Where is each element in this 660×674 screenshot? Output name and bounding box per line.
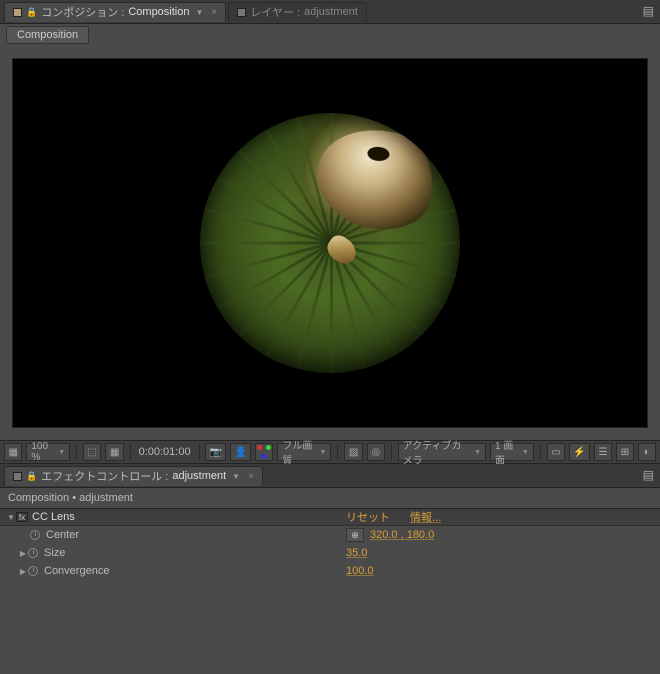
- chevron-down-icon[interactable]: ▼: [195, 8, 203, 17]
- effect-about-link[interactable]: 情報...: [410, 509, 441, 525]
- prop-convergence-value[interactable]: 100.0: [346, 565, 374, 577]
- comp-color-swatch: [13, 8, 22, 17]
- always-preview-button[interactable]: ▦: [4, 443, 22, 461]
- effect-controls-tabs: 🔒 エフェクトコントロール : adjustment ▼ × ▤: [0, 464, 660, 488]
- stopwatch-icon[interactable]: [30, 530, 40, 540]
- tab-layer-prefix: レイヤー :: [250, 4, 300, 20]
- grid-button[interactable]: ▦: [105, 443, 123, 461]
- crumb-layer: adjustment: [79, 492, 133, 504]
- crumb-comp: Composition: [8, 492, 69, 504]
- quality-dropdown[interactable]: フル画質▼: [277, 443, 331, 461]
- roi-button[interactable]: ⬚: [83, 443, 101, 461]
- snapshot-button[interactable]: 📷: [205, 443, 226, 461]
- effect-cc-lens-header[interactable]: ▼ fx CC Lens リセット 情報...: [0, 508, 660, 526]
- tab-composition[interactable]: 🔒 コンポジション : Composition ▼ ×: [4, 2, 226, 22]
- composition-viewer: [0, 46, 660, 440]
- comp-flowchart-button[interactable]: ⊞: [616, 443, 634, 461]
- prop-convergence-row: ▶ Convergence 100.0: [0, 562, 660, 580]
- viewer-toolbar: ▦ 100 %▼ ⬚ ▦ 0:00:01:00 📷 👤 フル画質▼ ▨ ◎ アク…: [0, 440, 660, 464]
- effect-reset-link[interactable]: リセット: [346, 509, 390, 525]
- lock-icon: 🔒: [26, 471, 37, 482]
- quality-label: フル画質: [282, 437, 316, 467]
- tab-layer-name: adjustment: [304, 6, 358, 18]
- transparency-grid-button[interactable]: ▨: [344, 443, 362, 461]
- chevron-down-icon[interactable]: ▼: [232, 472, 240, 481]
- view-count-label: 1 画面: [495, 437, 519, 467]
- tab-effect-controls[interactable]: 🔒 エフェクトコントロール : adjustment ▼ ×: [4, 466, 263, 486]
- layer-color-swatch: [237, 8, 246, 17]
- pixel-aspect-button[interactable]: ▭: [547, 443, 565, 461]
- fx-badge-icon[interactable]: fx: [16, 512, 28, 522]
- zoom-dropdown[interactable]: 100 %▼: [26, 443, 70, 461]
- tab-layer[interactable]: レイヤー : adjustment: [228, 2, 367, 22]
- effect-controls-breadcrumb: Composition • adjustment: [0, 488, 660, 508]
- tab-comp-prefix: コンポジション :: [41, 4, 124, 20]
- zoom-value: 100 %: [31, 441, 55, 463]
- exposure-button[interactable]: ◐: [638, 443, 656, 461]
- current-time[interactable]: 0:00:01:00: [137, 446, 193, 458]
- twirl-right-icon[interactable]: ▶: [18, 567, 28, 576]
- close-icon[interactable]: ×: [248, 471, 254, 482]
- prop-size-row: ▶ Size 35.0: [0, 544, 660, 562]
- prop-convergence-label: Convergence: [44, 565, 109, 577]
- panel-menu-icon[interactable]: ▤: [643, 4, 654, 18]
- fx-tab-name: adjustment: [172, 470, 226, 482]
- timeline-button[interactable]: ☰: [594, 443, 612, 461]
- fast-preview-button[interactable]: ⚡: [569, 443, 590, 461]
- channel-button[interactable]: [255, 443, 273, 461]
- prop-size-label: Size: [44, 547, 65, 559]
- close-icon[interactable]: ×: [211, 7, 217, 18]
- effect-controls-body: ▼ fx CC Lens リセット 情報... Center ⊕ 320.0 ,…: [0, 508, 660, 674]
- panel-menu-icon[interactable]: ▤: [643, 468, 654, 482]
- tab-comp-name: Composition: [128, 6, 189, 18]
- twirl-right-icon[interactable]: ▶: [18, 549, 28, 558]
- crumb-sep: •: [69, 492, 79, 504]
- prop-center-value[interactable]: 320.0 , 180.0: [370, 529, 434, 541]
- prop-center-row: Center ⊕ 320.0 , 180.0: [0, 526, 660, 544]
- point-picker-icon[interactable]: ⊕: [346, 528, 364, 542]
- fx-tab-prefix: エフェクトコントロール :: [41, 468, 168, 484]
- twirl-down-icon[interactable]: ▼: [6, 513, 16, 522]
- camera-label: アクティブカメラ: [403, 437, 471, 467]
- mask-button[interactable]: ◎: [367, 443, 385, 461]
- show-snapshot-button[interactable]: 👤: [230, 443, 251, 461]
- composition-panel-tabs: 🔒 コンポジション : Composition ▼ × レイヤー : adjus…: [0, 0, 660, 24]
- preview-content: [200, 113, 460, 373]
- lock-icon: 🔒: [26, 7, 37, 18]
- comp-subtabs: Composition: [0, 24, 660, 46]
- composition-canvas[interactable]: [12, 58, 648, 428]
- effect-name: CC Lens: [32, 511, 75, 523]
- subtab-composition[interactable]: Composition: [6, 26, 89, 44]
- prop-size-value[interactable]: 35.0: [346, 547, 367, 559]
- stopwatch-icon[interactable]: [28, 548, 38, 558]
- prop-center-label: Center: [46, 529, 79, 541]
- stopwatch-icon[interactable]: [28, 566, 38, 576]
- view-count-dropdown[interactable]: 1 画面▼: [490, 443, 534, 461]
- camera-dropdown[interactable]: アクティブカメラ▼: [398, 443, 486, 461]
- fx-tab-swatch: [13, 472, 22, 481]
